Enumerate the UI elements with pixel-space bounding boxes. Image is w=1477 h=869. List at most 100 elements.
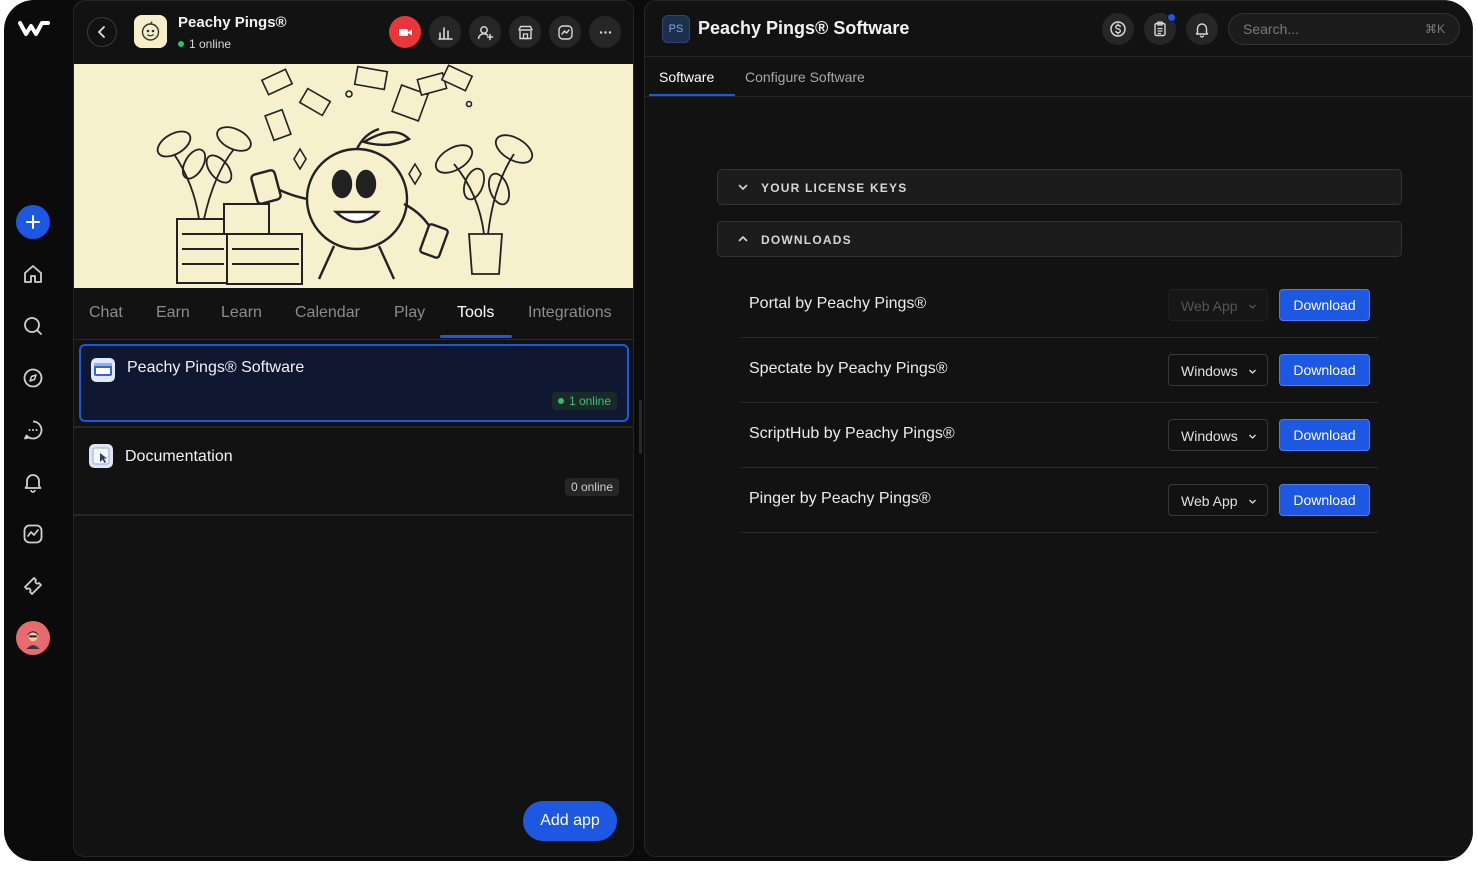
dollar-icon [1110, 21, 1126, 37]
active-tab-indicator [649, 94, 735, 96]
download-name: Spectate by Peachy Pings® [749, 360, 948, 377]
hub-name: Peachy Pings® [178, 14, 287, 31]
platform-value: Web App [1181, 493, 1238, 509]
bell-icon [24, 474, 42, 493]
activity-button[interactable] [549, 16, 581, 48]
store-button[interactable] [509, 16, 541, 48]
discover-button[interactable] [16, 361, 50, 395]
tab-software[interactable]: Software [659, 69, 714, 85]
app-window: Peachy Pings® 1 online Chat Earn Learn C… [4, 0, 1473, 861]
download-name: ScriptHub by Peachy Pings® [749, 425, 955, 442]
hub-online-count: 1 online [189, 37, 232, 51]
tasks-button[interactable] [1144, 13, 1176, 45]
create-button[interactable] [16, 205, 50, 239]
hub-panel: Peachy Pings® 1 online Chat Earn Learn C… [73, 0, 634, 857]
chevron-down-icon [1249, 304, 1256, 309]
hub-header: Peachy Pings® 1 online [74, 1, 633, 64]
panel-resize-handle[interactable] [639, 400, 642, 454]
platform-select: Web App [1168, 289, 1268, 321]
online-dot [178, 41, 184, 47]
app-title: Documentation [125, 448, 233, 465]
app-title: Peachy Pings® Software [127, 359, 305, 376]
plus-icon [26, 215, 40, 229]
hub-online-status: 1 online [178, 37, 231, 51]
balance-button[interactable] [1102, 13, 1134, 45]
online-dot [557, 398, 564, 404]
download-button[interactable]: Download [1279, 289, 1370, 321]
tab-earn[interactable]: Earn [156, 304, 190, 322]
chevron-down-icon [738, 184, 748, 190]
messages-button[interactable] [16, 413, 50, 447]
app-panel: PS Peachy Pings® Software ⌘K Software Co… [644, 0, 1473, 857]
back-button[interactable] [87, 17, 117, 47]
download-button[interactable]: Download [1279, 484, 1370, 516]
downloads-accordion[interactable]: DOWNLOADS [717, 221, 1402, 257]
app-avatar: PS [662, 15, 690, 43]
tab-configure-software[interactable]: Configure Software [745, 69, 865, 85]
hub-avatar[interactable] [134, 15, 167, 48]
divider [74, 426, 633, 428]
tab-play[interactable]: Play [394, 304, 425, 322]
tab-chat[interactable]: Chat [89, 304, 123, 322]
download-row: Pinger by Peachy Pings® Web App Download [741, 468, 1378, 533]
online-count: 0 online [570, 480, 613, 494]
left-rail [4, 0, 72, 861]
app-item-documentation[interactable]: Documentation 0 online [79, 432, 629, 510]
activity-icon [557, 24, 573, 40]
app-header: PS Peachy Pings® Software ⌘K [645, 1, 1472, 57]
software-app-icon [91, 358, 115, 382]
online-badge: 0 online [564, 478, 619, 496]
invite-button[interactable] [469, 16, 501, 48]
download-row: Portal by Peachy Pings® Web App Download [741, 273, 1378, 338]
search-box[interactable]: ⌘K [1228, 13, 1460, 45]
app-item-software[interactable]: Peachy Pings® Software 1 online [79, 344, 629, 422]
notification-dot [1167, 13, 1176, 22]
home-icon [24, 265, 42, 283]
chevron-up-icon [738, 236, 748, 242]
avatar[interactable] [16, 621, 50, 655]
accordion-label: YOUR LICENSE KEYS [761, 181, 908, 195]
analytics-button[interactable] [16, 517, 50, 551]
app-notifications-button[interactable] [1186, 13, 1218, 45]
search-input[interactable] [1243, 14, 1413, 44]
platform-select[interactable]: Web App [1168, 484, 1268, 516]
platform-value: Windows [1181, 428, 1238, 444]
accordion-label: DOWNLOADS [761, 233, 852, 247]
active-tab-indicator [440, 335, 512, 338]
download-row: ScriptHub by Peachy Pings® Windows Downl… [741, 403, 1378, 468]
clipboard-icon [1154, 21, 1166, 37]
chevron-down-icon [1249, 499, 1256, 504]
hub-banner-illustration [74, 64, 633, 288]
live-video-button[interactable] [389, 16, 421, 48]
rewards-button[interactable] [16, 569, 50, 603]
tab-integrations[interactable]: Integrations [528, 304, 612, 322]
notifications-button[interactable] [16, 465, 50, 499]
platform-select[interactable]: Windows [1168, 354, 1268, 386]
add-user-icon [477, 25, 493, 40]
stats-button[interactable] [429, 16, 461, 48]
ticket-icon [24, 577, 42, 595]
search-button[interactable] [16, 309, 50, 343]
download-button[interactable]: Download [1279, 354, 1370, 386]
bell-icon [1195, 23, 1209, 38]
app-tabs: Software Configure Software [645, 57, 1472, 97]
download-button[interactable]: Download [1279, 419, 1370, 451]
tab-calendar[interactable]: Calendar [295, 304, 360, 322]
license-keys-accordion[interactable]: YOUR LICENSE KEYS [717, 169, 1402, 205]
platform-select[interactable]: Windows [1168, 419, 1268, 451]
app-title: Peachy Pings® Software [698, 18, 910, 38]
add-app-button[interactable]: Add app [523, 801, 617, 841]
hub-tabs: Chat Earn Learn Calendar Play Tools Inte… [74, 288, 633, 340]
tab-learn[interactable]: Learn [221, 304, 262, 322]
logo-icon[interactable] [18, 14, 50, 42]
tab-tools[interactable]: Tools [457, 304, 494, 322]
more-button[interactable] [589, 16, 621, 48]
documentation-app-icon [89, 444, 113, 468]
stats-icon [437, 26, 453, 40]
store-icon [517, 25, 533, 39]
compass-icon [23, 368, 43, 388]
online-count: 1 online [568, 394, 611, 408]
online-badge: 1 online [551, 392, 617, 410]
chat-icon [24, 420, 43, 440]
home-button[interactable] [16, 257, 50, 291]
